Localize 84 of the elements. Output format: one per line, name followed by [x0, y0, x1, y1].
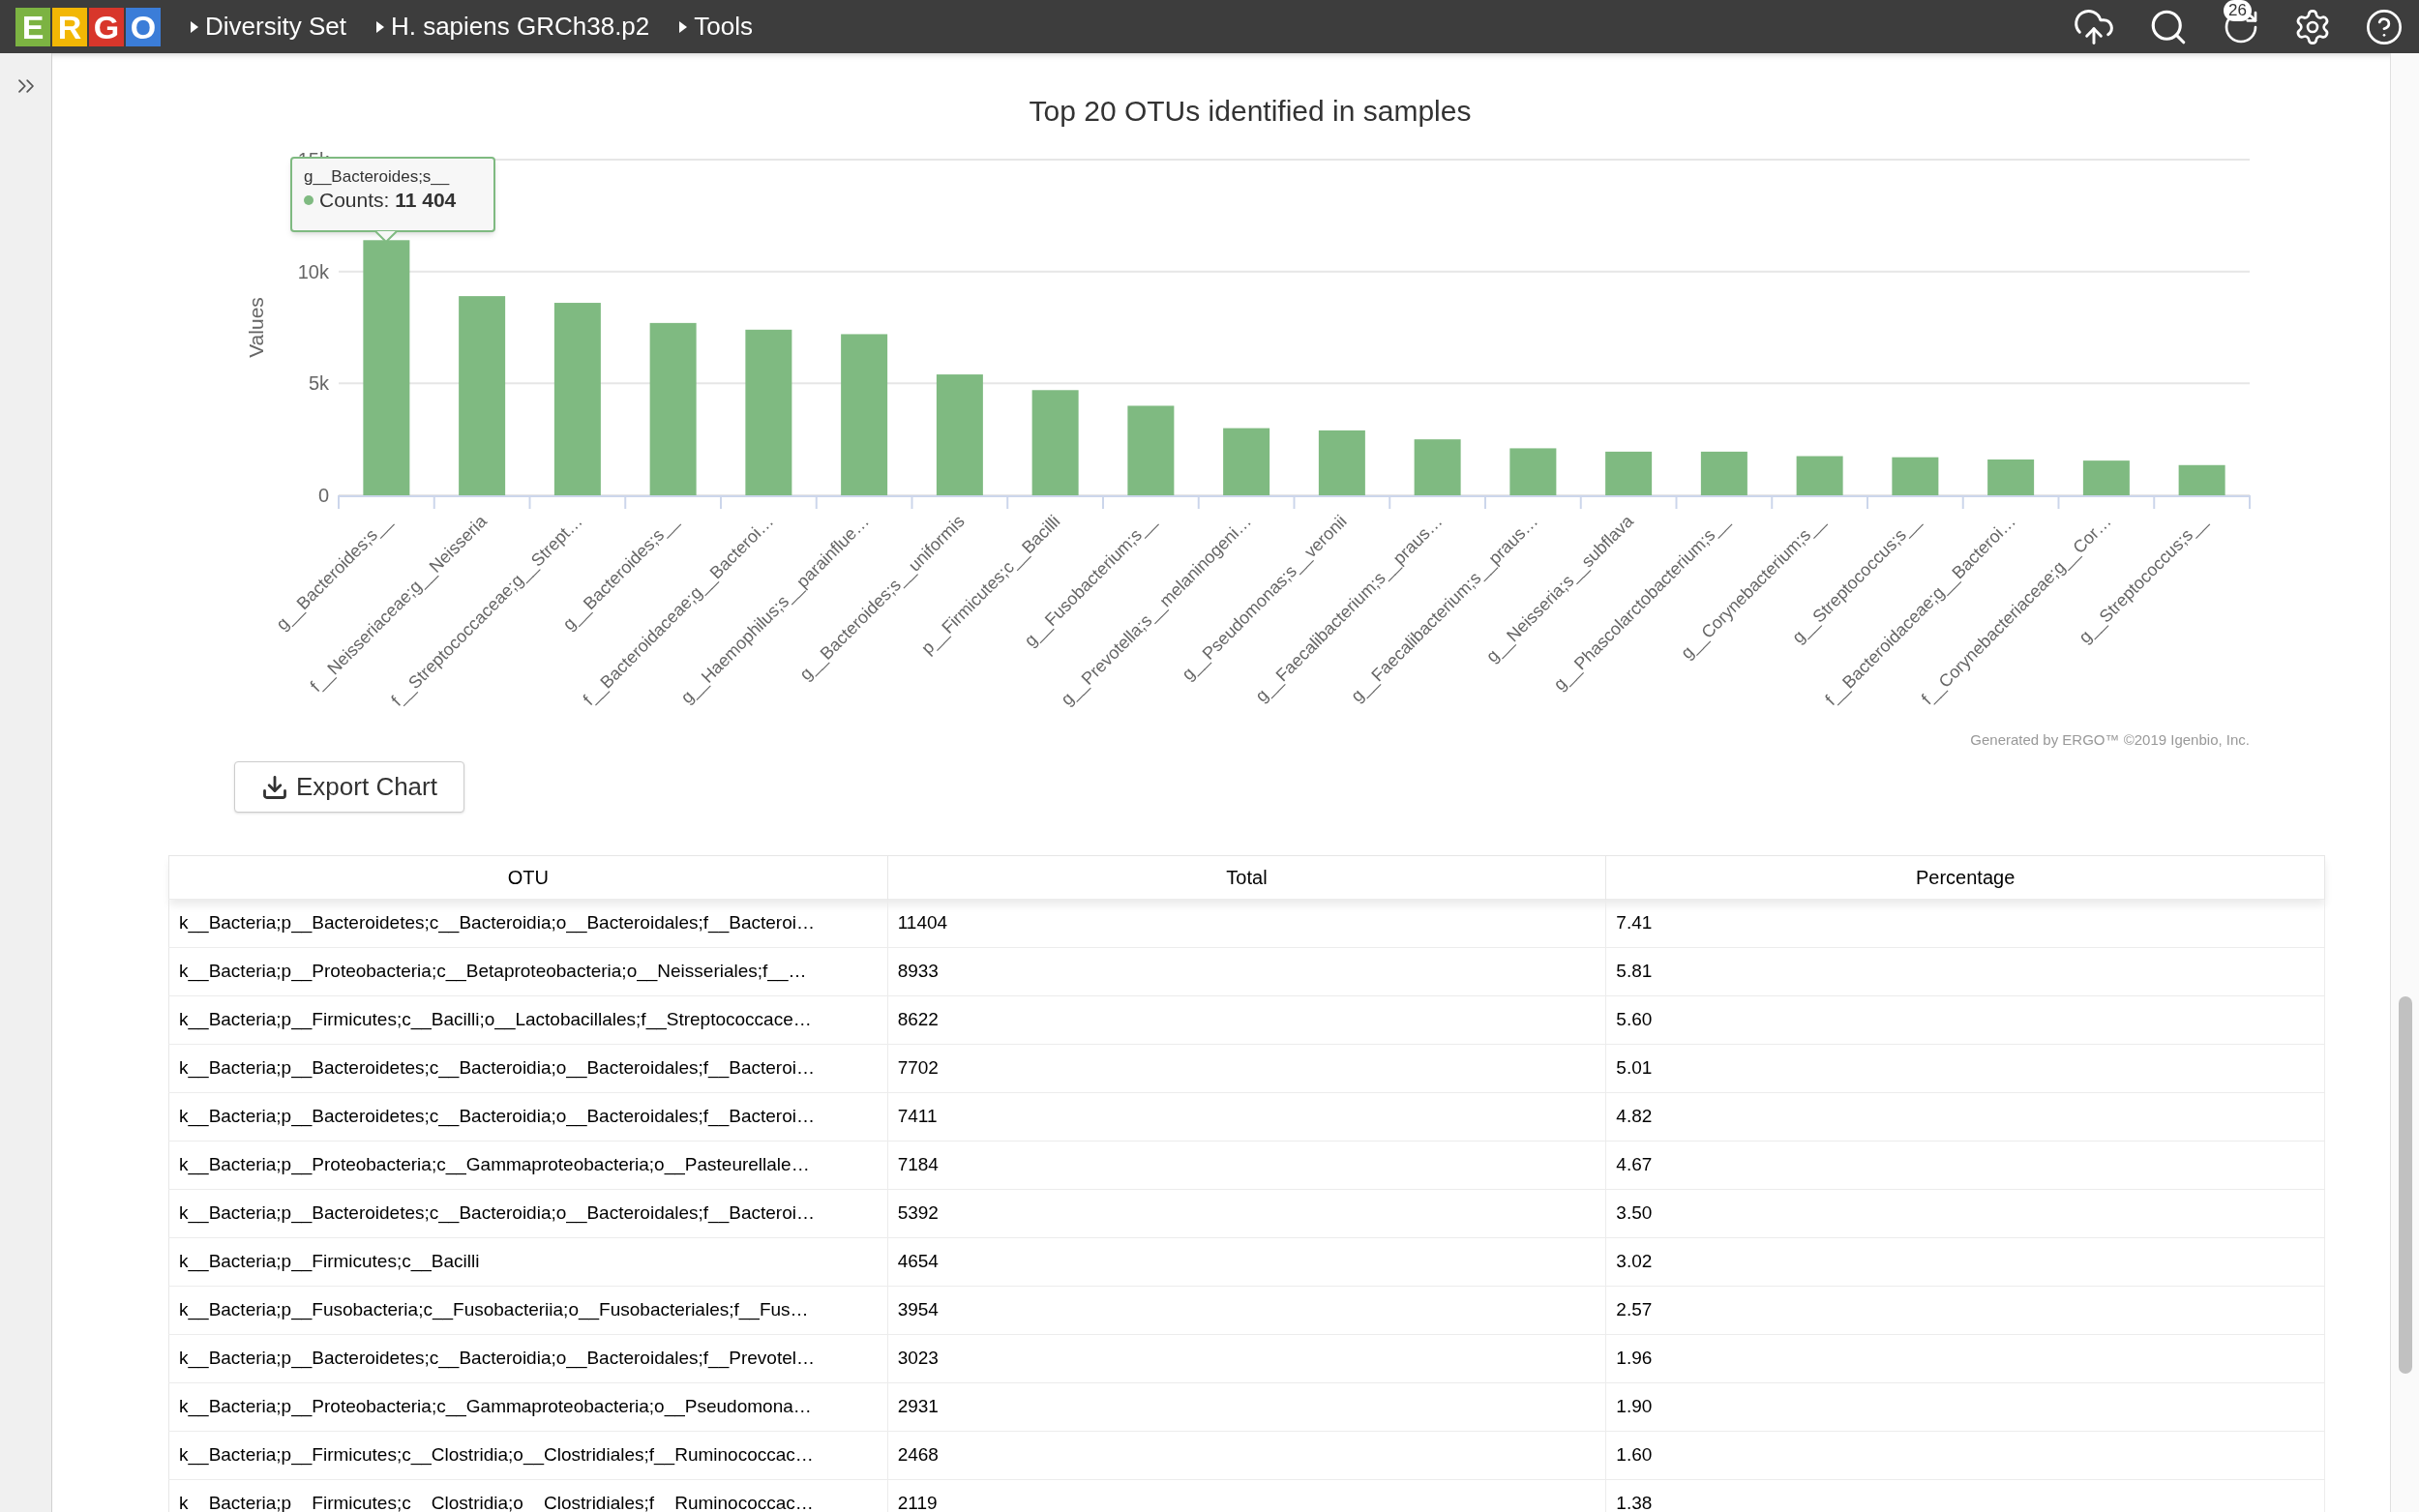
bar[interactable]	[1318, 430, 1365, 495]
table-cell: 4.67	[1605, 1141, 2325, 1190]
table-cell: 4654	[887, 1237, 1606, 1287]
table-cell: 5.81	[1605, 947, 2325, 996]
bar[interactable]	[1127, 405, 1175, 495]
y-tick-label: 5k	[308, 372, 329, 395]
breadcrumb-link[interactable]: Diversity Set	[205, 8, 346, 45]
table-cell: 1.38	[1605, 1479, 2325, 1512]
bar[interactable]	[553, 303, 601, 495]
bar[interactable]	[459, 296, 506, 495]
caret-icon	[374, 19, 385, 34]
download-icon	[261, 773, 288, 801]
chart-title: Top 20 OTUs identified in samples	[1029, 94, 1472, 129]
table-cell: k__Bacteria;p__Proteobacteria;c__Gammaproteobacteria;o__Pseudomona…	[168, 1382, 888, 1432]
column-header[interactable]: OTU	[168, 855, 888, 900]
bar[interactable]	[1605, 451, 1653, 495]
table-cell: 8622	[887, 995, 1606, 1045]
breadcrumb-link[interactable]: H. sapiens GRCh38.p2	[390, 8, 650, 45]
table-cell: k__Bacteria;p__Bacteroidetes;c__Bacteroidia;o__Bacteroidales;f__Prevotel…	[168, 1334, 888, 1383]
table-cell: 3023	[887, 1334, 1606, 1383]
table-cell: k__Bacteria;p__Proteobacteria;c__Betaproteobacteria;o__Neisseriales;f__…	[168, 947, 888, 996]
bar[interactable]	[1796, 456, 1843, 495]
logo-letter: R	[52, 7, 87, 46]
table-cell: 7411	[887, 1092, 1606, 1141]
bar[interactable]	[2082, 460, 2130, 495]
table-cell: 4.82	[1605, 1092, 2325, 1141]
bar[interactable]	[745, 329, 792, 495]
bar[interactable]	[1509, 448, 1557, 495]
bar[interactable]	[1987, 460, 2035, 495]
table-cell: 8933	[887, 947, 1606, 996]
bar[interactable]	[1700, 451, 1747, 495]
export-chart-button[interactable]: Export Chart	[234, 761, 464, 813]
logo-letter: G	[89, 7, 124, 46]
y-tick-label: 10k	[297, 260, 329, 282]
y-tick-label: 0	[317, 485, 329, 506]
bar[interactable]	[2178, 464, 2225, 495]
bar[interactable]	[649, 322, 697, 495]
help-icon[interactable]	[2365, 7, 2404, 46]
breadcrumb-link[interactable]: Tools	[694, 8, 753, 45]
bar[interactable]	[1031, 390, 1079, 495]
notification-badge: 26	[2224, 0, 2252, 21]
column-header[interactable]: Total	[887, 855, 1606, 900]
bar[interactable]	[1414, 439, 1461, 495]
caret-icon	[678, 19, 689, 34]
table-cell: k__Bacteria;p__Bacteroidetes;c__Bacteroidia;o__Bacteroidales;f__Bacteroi…	[168, 1044, 888, 1093]
tooltip-value: Counts: 11 404	[319, 189, 457, 212]
logo-letter: E	[15, 7, 50, 46]
bar[interactable]	[936, 374, 983, 495]
bar[interactable]	[1223, 428, 1270, 495]
table-cell: k__Bacteria;p__Firmicutes;c__Clostridia;o__Clostridiales;f__Ruminococcac…	[168, 1431, 888, 1480]
table-cell: 1.90	[1605, 1382, 2325, 1432]
scrollbar-thumb[interactable]	[2398, 996, 2412, 1374]
bar[interactable]	[363, 240, 410, 495]
bar[interactable]	[841, 334, 888, 495]
y-axis-title: Values	[245, 297, 267, 358]
table-cell: k__Bacteria;p__Firmicutes;c__Bacilli	[168, 1237, 888, 1287]
table-cell: 2468	[887, 1431, 1606, 1480]
table-cell: 3.50	[1605, 1189, 2325, 1238]
table-cell: 2119	[887, 1479, 1606, 1512]
table-cell: 5.60	[1605, 995, 2325, 1045]
bar[interactable]	[1892, 457, 1939, 495]
table-cell: 5392	[887, 1189, 1606, 1238]
table-cell: k__Bacteria;p__Firmicutes;c__Bacilli;o__Lactobacillales;f__Streptococcace…	[168, 995, 888, 1045]
table-cell: 7184	[887, 1141, 1606, 1190]
table-cell: 3954	[887, 1286, 1606, 1335]
table-cell: k__Bacteria;p__Bacteroidetes;c__Bacteroidia;o__Bacteroidales;f__Bacteroi…	[168, 899, 888, 948]
table-cell: 2931	[887, 1382, 1606, 1432]
table-cell: 1.96	[1605, 1334, 2325, 1383]
column-header[interactable]: Percentage	[1605, 855, 2325, 900]
table-cell: k__Bacteria;p__Bacteroidetes;c__Bacteroidia;o__Bacteroidales;f__Bacteroi…	[168, 1092, 888, 1141]
table-cell: k__Bacteria;p__Proteobacteria;c__Gammaproteobacteria;o__Pasteurellale…	[168, 1141, 888, 1190]
table-cell: k__Bacteria;p__Fusobacteria;c__Fusobacteriia;o__Fusobacteriales;f__Fus…	[168, 1286, 888, 1335]
tooltip-title: g__Bacteroides;s__	[304, 166, 451, 187]
table-cell: 11404	[887, 899, 1606, 948]
logo-letter: O	[126, 7, 161, 46]
table-cell: 3.02	[1605, 1237, 2325, 1287]
table-cell: 2.57	[1605, 1286, 2325, 1335]
table-cell: 7702	[887, 1044, 1606, 1093]
table-cell: 1.60	[1605, 1431, 2325, 1480]
chart-credits: Generated by ERGO™ ©2019 Igenbio, Inc.	[1970, 731, 2250, 748]
caret-icon	[190, 19, 199, 34]
table-cell: 5.01	[1605, 1044, 2325, 1093]
table-cell: 7.41	[1605, 899, 2325, 948]
table-cell: k__Bacteria;p__Bacteroidetes;c__Bacteroidia;o__Bacteroidales;f__Bacteroi…	[168, 1189, 888, 1238]
